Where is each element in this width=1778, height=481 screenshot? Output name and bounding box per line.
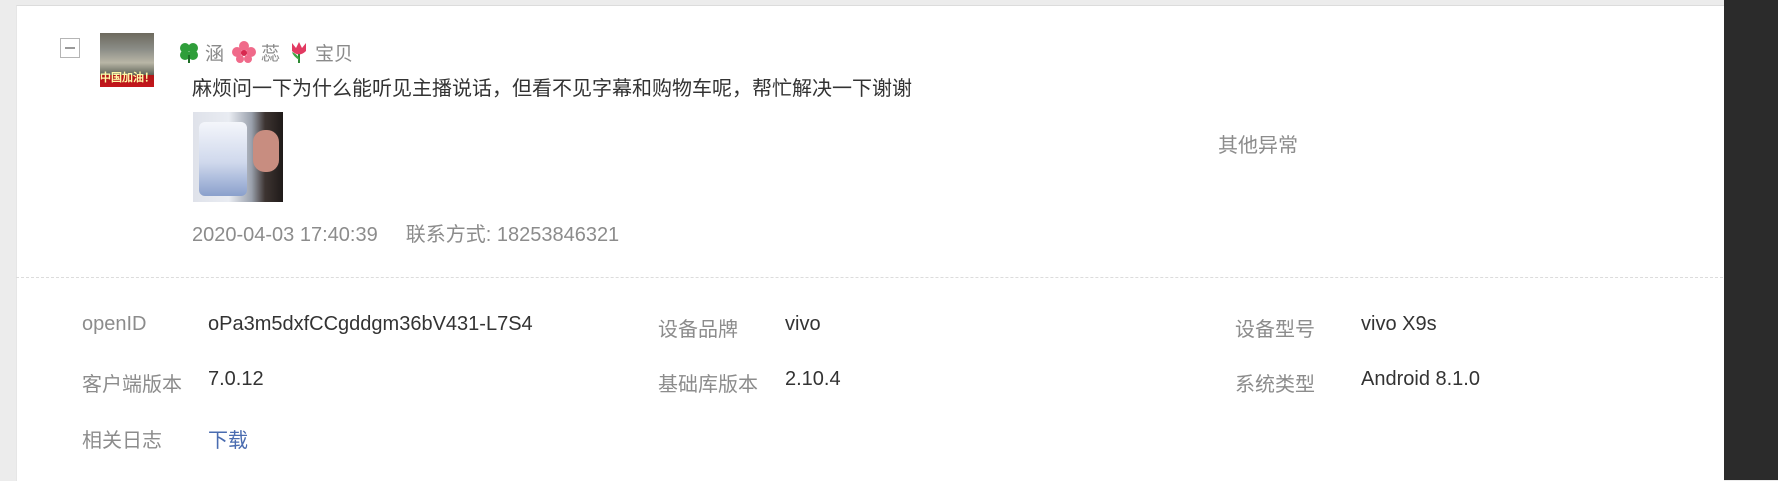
thumbnail-person bbox=[253, 130, 279, 172]
avatar-caption: 中国加油！ bbox=[100, 72, 154, 84]
clover-icon bbox=[178, 41, 200, 63]
thumbnail-product bbox=[199, 122, 247, 196]
system-type-label: 系统类型 bbox=[1235, 374, 1315, 396]
feedback-category: 其他异常 bbox=[1218, 135, 1298, 157]
hibiscus-icon bbox=[232, 41, 257, 63]
feedback-message: 麻烦问一下为什么能听见主播说话，但看不见字幕和购物车呢，帮忙解决一下谢谢 bbox=[192, 78, 912, 100]
attachment-thumbnail[interactable] bbox=[193, 112, 283, 202]
avatar: 中国加油！ bbox=[100, 33, 154, 87]
base-library-version-value: 2.10.4 bbox=[785, 368, 841, 390]
device-model-label: 设备型号 bbox=[1235, 319, 1315, 341]
download-log-link[interactable]: 下载 bbox=[208, 424, 248, 453]
side-dark-edge bbox=[1724, 0, 1778, 480]
feedback-meta: 2020-04-03 17:40:39 联系方式: 18253846321 bbox=[192, 218, 619, 247]
contact-info: 联系方式: 18253846321 bbox=[405, 224, 620, 246]
device-model-value: vivo X9s bbox=[1361, 313, 1437, 335]
client-version-value: 7.0.12 bbox=[208, 368, 264, 390]
openid-value: oPa3m5dxfCCgddgm36bV431-L7S4 bbox=[208, 313, 533, 335]
collapse-button[interactable] bbox=[60, 38, 80, 58]
nickname-part-1: 涵 bbox=[205, 43, 225, 65]
nickname-part-3: 宝贝 bbox=[315, 43, 354, 65]
client-version-label: 客户端版本 bbox=[82, 374, 182, 396]
device-brand-value: vivo bbox=[785, 313, 821, 335]
nickname-part-2: 蕊 bbox=[261, 43, 281, 65]
section-divider bbox=[16, 277, 1723, 278]
base-library-version-label: 基础库版本 bbox=[658, 374, 758, 396]
related-log-label: 相关日志 bbox=[82, 430, 162, 452]
openid-label: openID bbox=[82, 313, 147, 335]
tulip-icon bbox=[288, 40, 310, 64]
nickname: 涵 蕊 宝贝 bbox=[178, 40, 361, 65]
system-type-value: Android 8.1.0 bbox=[1361, 368, 1480, 390]
feedback-timestamp: 2020-04-03 17:40:39 bbox=[192, 224, 378, 246]
device-brand-label: 设备品牌 bbox=[658, 319, 738, 341]
